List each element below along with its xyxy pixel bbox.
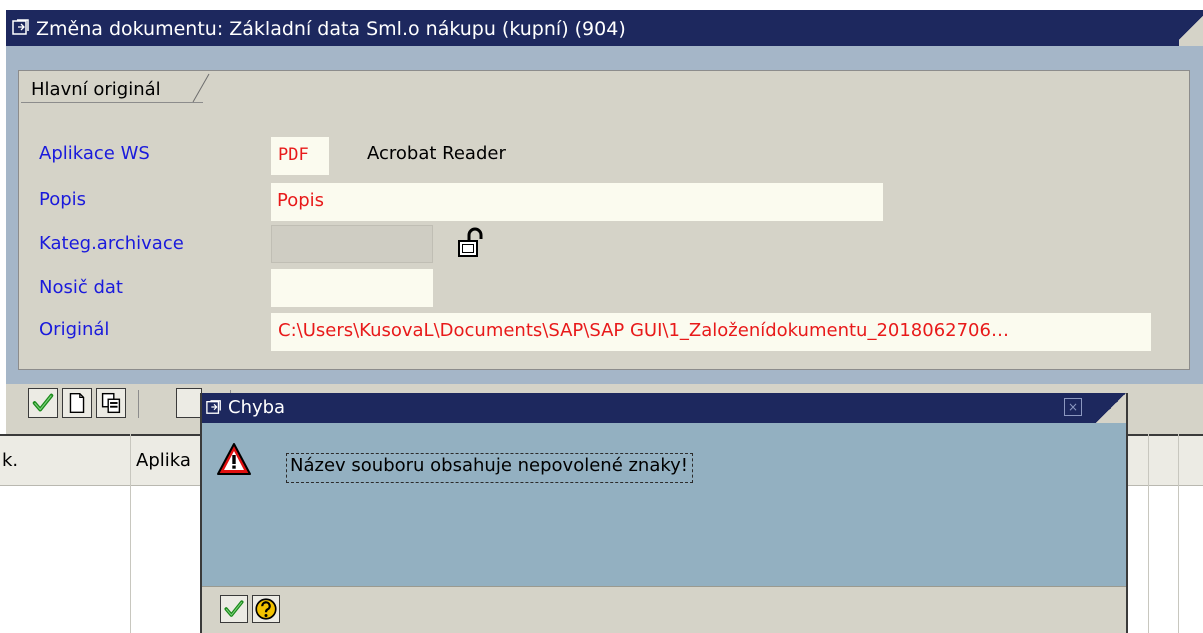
column-divider: [1148, 434, 1149, 633]
data-carrier-input[interactable]: [271, 269, 433, 307]
tab-main-original[interactable]: Hlavní originál: [21, 73, 210, 103]
dialog-title: Chyba: [228, 397, 286, 418]
error-message-text: Název souboru obsahuje nepovolené znaky!: [290, 455, 689, 476]
data-carrier-label: Nosič dat: [39, 277, 123, 298]
main-window-body: Hlavní originál Aplikace WS PDF Acrobat …: [6, 46, 1203, 384]
main-original-group: Hlavní originál Aplikace WS PDF Acrobat …: [18, 70, 1190, 370]
archive-category-label: Kateg.archivace: [39, 233, 184, 254]
description-input[interactable]: Popis: [271, 183, 883, 221]
window-title: Změna dokumentu: Základní data Sml.o nák…: [36, 18, 626, 40]
ok-button[interactable]: [220, 595, 248, 623]
error-message: Název souboru obsahuje nepovolené znaky!: [286, 453, 694, 483]
dialog-footer: [202, 586, 1126, 633]
window-icon: [206, 400, 221, 414]
lock-icon[interactable]: [455, 227, 487, 259]
column-divider: [130, 434, 131, 633]
help-icon: [255, 598, 277, 620]
description-value: Popis: [277, 190, 325, 211]
dialog-titlebar[interactable]: Chyba ×: [202, 393, 1126, 423]
original-label: Originál: [39, 319, 110, 340]
confirm-button[interactable]: [28, 388, 58, 418]
ws-app-code: PDF: [278, 145, 309, 165]
column-header[interactable]: k.: [2, 450, 18, 471]
column-divider: [1178, 434, 1179, 633]
toolbar-hidden-button[interactable]: [176, 388, 202, 418]
main-window-titlebar[interactable]: Změna dokumentu: Základní data Sml.o nák…: [6, 10, 1203, 46]
copy-icon: [101, 392, 121, 414]
original-path-value: C:\Users\KusovaL\Documents\SAP\SAP GUI\1…: [278, 320, 1009, 341]
copy-document-button[interactable]: [96, 388, 126, 418]
checkmark-icon: [32, 393, 54, 412]
window-icon: [12, 19, 29, 35]
close-button[interactable]: ×: [1064, 398, 1082, 416]
titlebar-corner: [1096, 393, 1126, 423]
toolbar-separator: [138, 390, 139, 418]
description-label: Popis: [39, 189, 87, 210]
ws-app-label: Aplikace WS: [39, 143, 150, 164]
ws-app-code-field[interactable]: PDF: [271, 137, 329, 175]
original-path-input[interactable]: C:\Users\KusovaL\Documents\SAP\SAP GUI\1…: [271, 313, 1151, 351]
close-icon: ×: [1067, 400, 1079, 414]
checkmark-icon: [224, 600, 244, 617]
new-document-button[interactable]: [62, 388, 92, 418]
column-header[interactable]: Aplika: [136, 450, 191, 471]
error-dialog: Chyba × Název souboru obsahuje nepovolen…: [200, 393, 1128, 633]
warning-icon: [217, 443, 251, 475]
tab-label: Hlavní originál: [31, 79, 161, 100]
new-document-icon: [69, 392, 85, 414]
ws-app-name: Acrobat Reader: [367, 143, 506, 164]
help-button[interactable]: [252, 595, 280, 623]
titlebar-corner: [1179, 10, 1203, 46]
tab-edge: [192, 73, 210, 103]
archive-category-field: [271, 225, 433, 263]
